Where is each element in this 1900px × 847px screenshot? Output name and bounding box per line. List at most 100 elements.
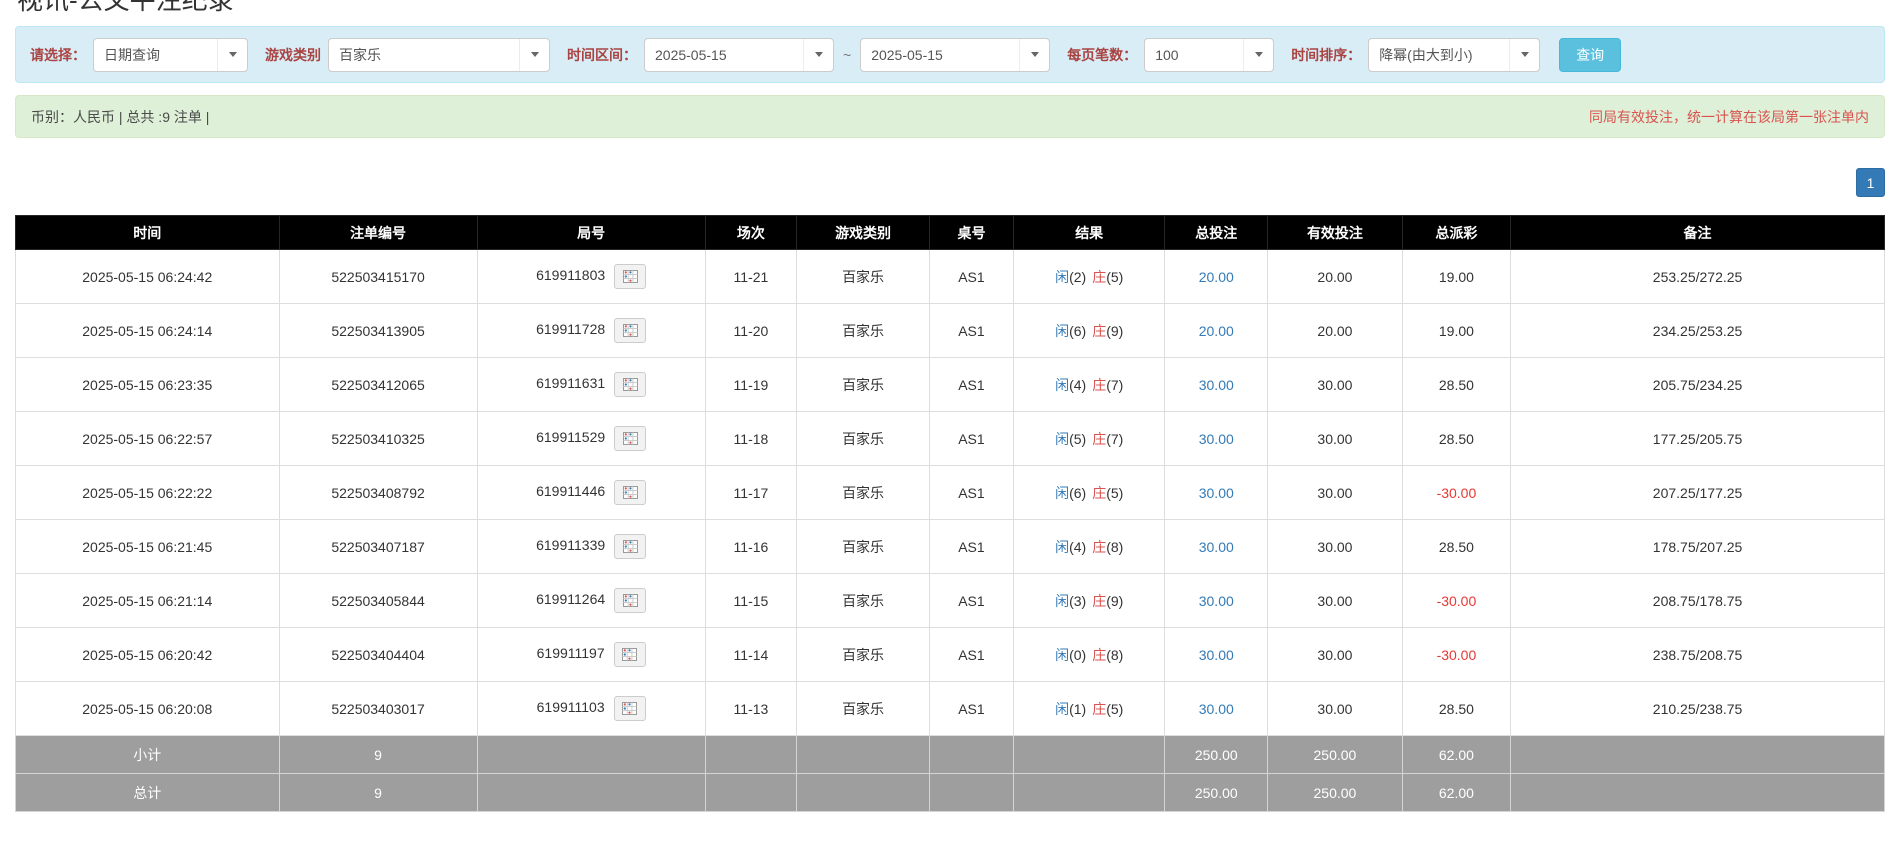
- subtotal-valid-bet: 250.00: [1268, 736, 1403, 774]
- col-header-time: 时间: [16, 216, 280, 250]
- payout-value: -30.00: [1402, 466, 1510, 520]
- result-cell: 闲(0)庄(8): [1014, 628, 1165, 682]
- roadmap-icon: [623, 594, 638, 607]
- roadmap-button[interactable]: [614, 696, 646, 721]
- sort-order-label: 时间排序：: [1291, 45, 1361, 65]
- game-type-value: 百家乐: [339, 45, 519, 65]
- round-id-value: 619911446: [536, 483, 605, 499]
- session-cell: 11-15: [705, 574, 797, 628]
- game-type-cell: 百家乐: [797, 412, 930, 466]
- result-banker-label: 庄: [1092, 431, 1106, 447]
- note-cell: 210.25/238.75: [1511, 682, 1885, 736]
- result-cell: 闲(6)庄(5): [1014, 466, 1165, 520]
- total-bet-link[interactable]: 30.00: [1199, 485, 1234, 501]
- col-header-game-type: 游戏类别: [797, 216, 930, 250]
- result-player-score: (0): [1069, 647, 1086, 663]
- result-cell: 闲(2)庄(5): [1014, 250, 1165, 304]
- roadmap-button[interactable]: [614, 480, 646, 505]
- result-player-score: (6): [1069, 485, 1086, 501]
- table-row: 2025-05-15 06:22:57 522503410325 6199115…: [16, 412, 1885, 466]
- result-cell: 闲(4)庄(8): [1014, 520, 1165, 574]
- page-size-select[interactable]: 100: [1144, 38, 1274, 72]
- result-banker-score: (5): [1106, 269, 1123, 285]
- table-row: 2025-05-15 06:20:08 522503403017 6199111…: [16, 682, 1885, 736]
- chevron-down-icon: [1509, 39, 1539, 71]
- total-bet-link[interactable]: 30.00: [1199, 647, 1234, 663]
- total-bet-cell: 30.00: [1165, 520, 1268, 574]
- subtotal-total-bet: 250.00: [1165, 736, 1268, 774]
- page-1-button[interactable]: 1: [1856, 168, 1885, 197]
- sort-order-value: 降幂(由大到小): [1379, 45, 1509, 65]
- result-cell: 闲(4)庄(7): [1014, 358, 1165, 412]
- total-bet-link[interactable]: 30.00: [1199, 701, 1234, 717]
- roadmap-button[interactable]: [614, 372, 646, 397]
- payout-value: 28.50: [1402, 358, 1510, 412]
- date-from-select[interactable]: 2025-05-15: [644, 38, 834, 72]
- roadmap-button[interactable]: [614, 426, 646, 451]
- time-cell: 2025-05-15 06:23:35: [16, 358, 280, 412]
- summary-bar: 币别：人民币 | 总共 :9 注单 | 同局有效投注，统一计算在该局第一张注单内: [15, 95, 1885, 138]
- result-player-label: 闲: [1055, 701, 1069, 717]
- game-type-cell: 百家乐: [797, 628, 930, 682]
- bet-id-cell: 522503410325: [279, 412, 477, 466]
- date-to-select[interactable]: 2025-05-15: [860, 38, 1050, 72]
- bet-id-cell: 522503403017: [279, 682, 477, 736]
- query-type-value: 日期查询: [104, 45, 217, 65]
- page-size-value: 100: [1155, 47, 1243, 63]
- bet-id-cell: 522503413905: [279, 304, 477, 358]
- note-cell: 253.25/272.25: [1511, 250, 1885, 304]
- header-row: 时间 注单编号 局号 场次 游戏类别 桌号 结果 总投注 有效投注 总派彩 备注: [16, 216, 1885, 250]
- col-header-note: 备注: [1511, 216, 1885, 250]
- payout-value: 19.00: [1402, 304, 1510, 358]
- valid-bet-cell: 30.00: [1268, 574, 1403, 628]
- roadmap-button[interactable]: [614, 642, 646, 667]
- game-type-select[interactable]: 百家乐: [328, 38, 550, 72]
- round-id-cell: 619911803: [477, 250, 705, 304]
- query-type-select[interactable]: 日期查询: [93, 38, 248, 72]
- total-bet-link[interactable]: 30.00: [1199, 431, 1234, 447]
- total-bet-link[interactable]: 30.00: [1199, 377, 1234, 393]
- round-id-cell: 619911197: [477, 628, 705, 682]
- empty-cell: [929, 736, 1013, 774]
- roadmap-button[interactable]: [614, 318, 646, 343]
- time-range-label: 时间区间：: [567, 45, 637, 65]
- total-bet-link[interactable]: 20.00: [1199, 323, 1234, 339]
- empty-cell: [1511, 736, 1885, 774]
- result-player-score: (4): [1069, 539, 1086, 555]
- roadmap-icon: [623, 270, 638, 283]
- roadmap-button[interactable]: [614, 588, 646, 613]
- game-type-cell: 百家乐: [797, 250, 930, 304]
- result-banker-score: (9): [1106, 593, 1123, 609]
- table-row: 2025-05-15 06:21:45 522503407187 6199113…: [16, 520, 1885, 574]
- sort-order-select[interactable]: 降幂(由大到小): [1368, 38, 1540, 72]
- result-cell: 闲(6)庄(9): [1014, 304, 1165, 358]
- query-type-label: 请选择：: [30, 45, 86, 65]
- roadmap-button[interactable]: [614, 534, 646, 559]
- subtotal-row: 小计 9 250.00 250.00 62.00: [16, 736, 1885, 774]
- result-banker-score: (5): [1106, 485, 1123, 501]
- roadmap-button[interactable]: [614, 264, 646, 289]
- col-header-valid-bet: 有效投注: [1268, 216, 1403, 250]
- round-id-cell: 619911728: [477, 304, 705, 358]
- session-cell: 11-20: [705, 304, 797, 358]
- game-type-cell: 百家乐: [797, 304, 930, 358]
- search-button[interactable]: 查询: [1559, 38, 1621, 72]
- result-banker-label: 庄: [1092, 323, 1106, 339]
- table-body: 2025-05-15 06:24:42 522503415170 6199118…: [16, 250, 1885, 736]
- result-player-score: (5): [1069, 431, 1086, 447]
- total-bet-link[interactable]: 20.00: [1199, 269, 1234, 285]
- result-banker-score: (7): [1106, 431, 1123, 447]
- total-payout: 62.00: [1402, 774, 1510, 812]
- total-bet-link[interactable]: 30.00: [1199, 593, 1234, 609]
- total-bet-cell: 30.00: [1165, 412, 1268, 466]
- col-header-table-no: 桌号: [929, 216, 1013, 250]
- col-header-total-bet: 总投注: [1165, 216, 1268, 250]
- total-bet-link[interactable]: 30.00: [1199, 539, 1234, 555]
- valid-bet-cell: 30.00: [1268, 412, 1403, 466]
- table-no-cell: AS1: [929, 682, 1013, 736]
- chevron-down-icon: [1019, 39, 1049, 71]
- table-no-cell: AS1: [929, 574, 1013, 628]
- roadmap-icon: [622, 648, 637, 661]
- round-id-value: 619911339: [536, 537, 605, 553]
- session-cell: 11-14: [705, 628, 797, 682]
